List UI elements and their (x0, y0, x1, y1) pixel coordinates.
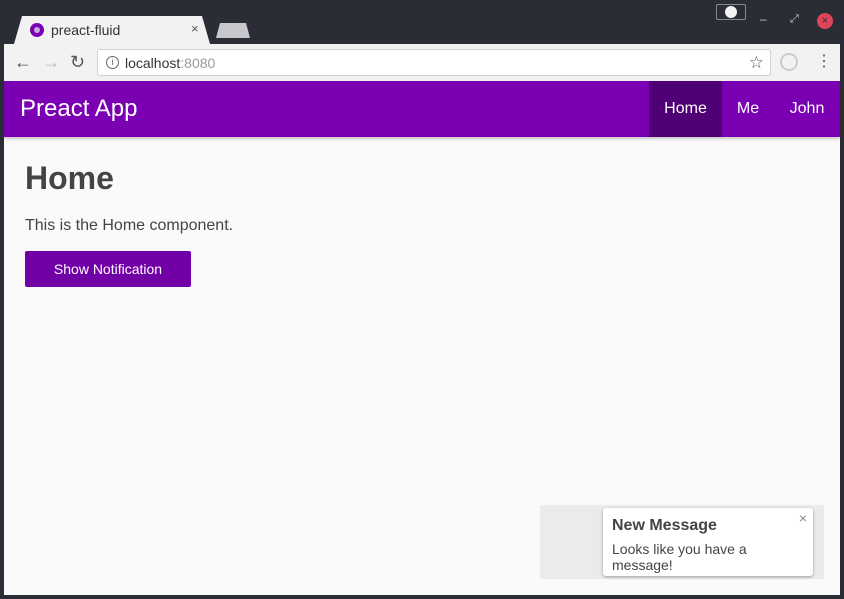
page-title: Home (25, 160, 114, 196)
url-port: :8080 (180, 55, 216, 71)
back-arrow-icon[interactable]: ← (14, 52, 32, 72)
app-header: Preact App Home Me John (4, 81, 840, 137)
nav-link-me[interactable]: Me (722, 81, 774, 137)
notification-toast[interactable]: New Message × Looks like you have a mess… (603, 508, 813, 576)
browser-menu-icon[interactable]: ⋮ (816, 52, 832, 72)
preact-favicon-icon (30, 23, 44, 37)
page-viewport: Preact App Home Me John Home This is the… (4, 81, 840, 595)
restore-icon[interactable]: ⤢ (790, 13, 799, 26)
notification-title: New Message (612, 517, 717, 534)
nav-link-john[interactable]: John (774, 81, 840, 137)
browser-toolbar: ← → ↻ i localhost:8080 ☆ ⋮ (4, 44, 840, 81)
new-tab-button[interactable] (216, 23, 250, 38)
browser-titlebar: preact-fluid × – ⤢ × (0, 0, 844, 44)
minimize-icon[interactable]: – (760, 12, 767, 26)
show-notification-button[interactable]: Show Notification (25, 251, 191, 287)
url-host: localhost (125, 55, 181, 71)
forward-arrow-icon[interactable]: → (42, 52, 60, 72)
nav-link-home[interactable]: Home (649, 81, 722, 137)
tab-close-icon[interactable]: × (191, 21, 199, 36)
reload-icon[interactable]: ↻ (70, 52, 85, 72)
bookmark-star-icon[interactable]: ☆ (749, 53, 764, 73)
extension-icon[interactable] (780, 53, 798, 71)
site-info-icon[interactable]: i (106, 56, 119, 69)
app-title[interactable]: Preact App (20, 95, 137, 123)
notification-message: Looks like you have a message! (612, 541, 747, 573)
tab-title: preact-fluid (51, 22, 121, 38)
browser-tab[interactable]: preact-fluid × (14, 16, 210, 44)
profile-icon[interactable] (716, 4, 746, 20)
notification-close-icon[interactable]: × (799, 510, 807, 526)
notification-container: New Message × Looks like you have a mess… (540, 505, 824, 579)
address-bar[interactable]: i localhost:8080 ☆ (97, 49, 771, 76)
url-text: localhost:8080 (125, 55, 215, 71)
page-body-text: This is the Home component. (25, 217, 234, 234)
window-close-icon[interactable]: × (817, 13, 833, 29)
